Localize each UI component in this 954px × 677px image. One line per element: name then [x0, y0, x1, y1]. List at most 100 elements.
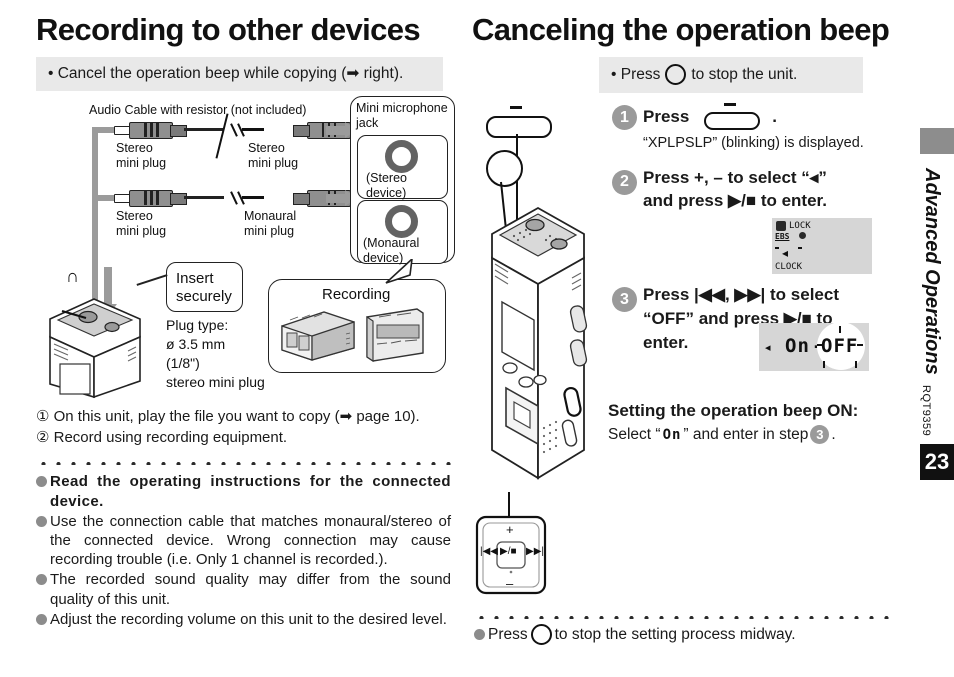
label-plug-left-top: Stereo mini plug: [116, 141, 167, 170]
setting-on-pre: Select “: [608, 425, 661, 443]
unit-illustration-panel: + – |◀◀ ▶▶| ▶/■: [474, 104, 602, 604]
plug-ring: [144, 122, 147, 137]
setting-on-title: Setting the operation beep ON:: [608, 401, 859, 420]
left-bullet: Use the connection cable that matches mo…: [36, 512, 451, 570]
pad-prev-label: |◀◀: [480, 546, 498, 557]
plug-ring: [150, 122, 153, 137]
setting-on-line: Select “ On ” and enter in step 3 .: [608, 425, 836, 444]
menu-button-callout: [486, 116, 552, 138]
beep-speaker-icon: ◂: [782, 246, 789, 261]
voice-recorder-body-illustration: [491, 206, 588, 480]
step-1-text-post: .: [772, 107, 777, 126]
insert-arrow-monaural: [326, 190, 357, 206]
plug-collar: [293, 192, 310, 205]
left-bullet: Read the operating instructions for the …: [36, 472, 451, 510]
recording-box-label: Recording: [322, 286, 391, 303]
left-column: Recording to other devices • Cancel the …: [36, 14, 456, 630]
cassette-recorder-illustration: [281, 311, 355, 361]
bullet-dot-icon: [36, 574, 47, 586]
jack-title: Mini microphone jack: [356, 101, 448, 130]
lcd-screen-menu: LOCK EBS ◂ CLOCK: [772, 218, 872, 275]
plug-ring: [144, 190, 147, 205]
cable-label: Audio Cable with resistor (not included): [89, 103, 307, 117]
bullet-dot-icon: [474, 629, 485, 640]
step-2-line-1: Press +, – to select “◂”: [643, 167, 827, 187]
step-2-line-2: and press ▶/■ to enter.: [643, 191, 827, 211]
tab-color-block: [920, 128, 954, 154]
bullet-dot-icon: [36, 476, 47, 488]
right-steps: 1 Press . “XPLPSLP” (blinking) is displa…: [608, 103, 894, 444]
side-tab: Advanced Operations RQT9359 23: [920, 128, 954, 480]
left-bullet-text: Adjust the recording volume on this unit…: [50, 610, 447, 628]
right-footer-bullet: Press to stop the setting process midway…: [474, 624, 796, 645]
lcd-clock-label: CLOCK: [775, 262, 803, 273]
step-3-number: 3: [612, 287, 637, 313]
voice-recorder-illustration: [49, 298, 141, 399]
cable-wire: [184, 128, 224, 131]
blink-mark: [798, 247, 802, 250]
setting-on-step-badge: 3: [810, 425, 830, 444]
portable-recorder-illustration: [366, 308, 424, 363]
pad-plus-label: +: [506, 522, 514, 537]
left-bullet-text: The recorded sound quality may differ fr…: [50, 571, 451, 608]
recording-callout-pointer: [385, 259, 413, 284]
pad-next-label: ▶▶|: [526, 546, 544, 557]
lcd-off-value: OFF: [821, 335, 859, 357]
menu-glyph-pill: [703, 112, 760, 130]
left-step-2: ② Record using recording equipment.: [36, 429, 288, 447]
stop-button-callout-icon: [486, 150, 523, 187]
plug-ring: [156, 190, 159, 205]
section-title: Advanced Operations: [921, 168, 943, 375]
blink-mark: [775, 247, 779, 250]
plug-type-kind: stereo mini plug: [166, 374, 265, 390]
stop-button-icon: [665, 64, 687, 85]
insert-arrow-stereo: [326, 122, 357, 138]
plug-collar: [293, 124, 310, 137]
pad-minus-label: –: [506, 576, 514, 591]
step-1-number: 1: [612, 105, 637, 130]
bullet-dot-icon: [36, 515, 47, 527]
label-plug-left-bottom: Stereo mini plug: [116, 209, 167, 238]
left-note-band: • Cancel the operation beep while copyin…: [36, 57, 443, 91]
blink-mark: [855, 361, 857, 368]
headphone-jack-icon: ∩: [66, 266, 79, 286]
step-3-line-1: Press |◀◀, ▶▶| to select: [643, 285, 839, 305]
lock-icon: [776, 221, 786, 232]
lcd-battery-icon: [799, 232, 806, 240]
plug-type-diameter: ø 3.5 mm: [166, 336, 226, 352]
blink-mark: [839, 326, 841, 333]
page-number: 23: [920, 443, 954, 480]
plug-ring: [150, 190, 153, 205]
blink-mark: [817, 344, 823, 346]
step-2-row: 2 Press +, – to select “◂” and press ▶/■…: [612, 167, 894, 213]
blink-mark: [857, 344, 863, 346]
left-bullet-text: Read the operating instructions for the …: [50, 473, 451, 510]
pad-leader-line: [508, 492, 510, 516]
right-note-pre: • Press: [611, 65, 661, 83]
left-dotted-divider: [36, 459, 451, 466]
lcd-screen-onoff: ◂ On - OFF: [759, 322, 869, 371]
setting-on-post: .: [831, 425, 836, 443]
step-1-result: “XPLPSLP” (blinking) is displayed.: [643, 135, 864, 151]
manual-page: Recording to other devices • Cancel the …: [0, 0, 954, 677]
bullet-dot-icon: [36, 613, 47, 625]
right-note-band: • Press to stop the unit.: [599, 57, 863, 93]
jack-stereo-label: (Stereo device): [366, 171, 407, 200]
cable-wire: [184, 196, 224, 199]
stop-button-icon: [530, 624, 552, 645]
right-column: Canceling the operation beep • Press to …: [472, 14, 892, 93]
left-bullet: Adjust the recording volume on this unit…: [36, 610, 451, 629]
pad-center-label: ▶/■: [500, 546, 517, 557]
plug-type-inches: (1/8"): [166, 355, 200, 371]
step-1-text-pre: Press: [643, 107, 690, 126]
menu-glyph-dash: [723, 103, 736, 106]
plug-ring: [321, 122, 324, 137]
left-bullet: The recorded sound quality may differ fr…: [36, 570, 451, 608]
right-note-post: to stop the unit.: [691, 65, 798, 83]
connection-diagram: Audio Cable with resistor (not included): [36, 96, 456, 399]
plug-type-label: Plug type:: [166, 317, 229, 333]
left-bullet-text: Use the connection cable that matches mo…: [50, 512, 451, 569]
jack-hole-monaural-icon: [385, 205, 418, 238]
step-2-number: 2: [612, 169, 637, 195]
label-plug-right-bottom: Monaural mini plug: [244, 209, 297, 238]
